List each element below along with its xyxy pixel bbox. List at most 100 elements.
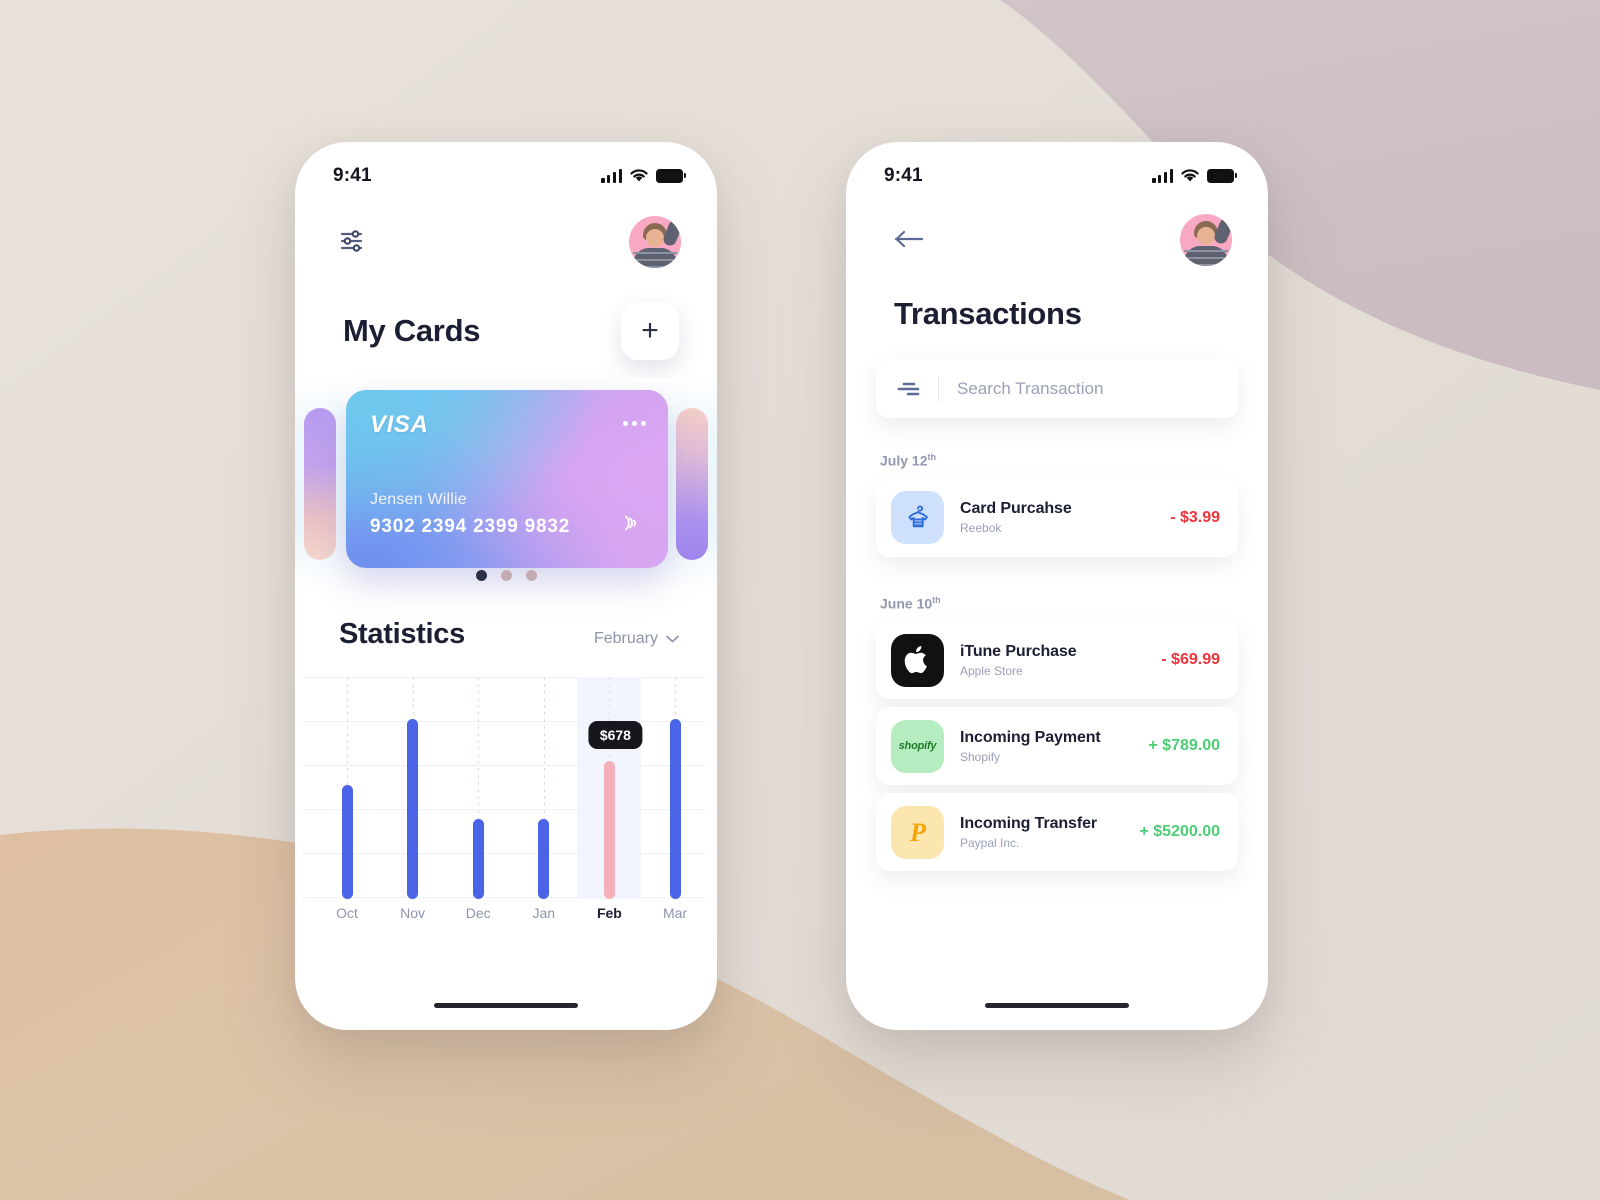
carousel-pagination[interactable]: [295, 570, 717, 581]
transaction-title: Incoming Transfer: [960, 814, 1097, 832]
transaction-icon: P: [891, 805, 944, 859]
transaction-icon: shopify: [891, 719, 944, 773]
transaction-icon: [891, 633, 944, 687]
card-peek-previous[interactable]: [304, 408, 336, 560]
chart-x-label-oct: Oct: [336, 905, 358, 921]
phone-transactions: 9:41 Transactions Search Transaction Jul…: [846, 142, 1268, 1030]
apple-logo-icon: [904, 646, 927, 674]
transaction-details: Card Purcahse Reebok: [944, 500, 1170, 535]
transaction-amount: - $3.99: [1170, 508, 1220, 526]
credit-card[interactable]: VISA Jensen Willie 9302 2394 2399 9832: [346, 390, 668, 568]
pager-dot-3[interactable]: [525, 570, 537, 581]
battery-icon: [1207, 169, 1238, 183]
transaction-details: Incoming Transfer Paypal Inc.: [944, 815, 1139, 850]
chart-x-label-mar: Mar: [662, 905, 688, 921]
transaction-row[interactable]: P Incoming Transfer Paypal Inc. + $5200.00: [876, 793, 1238, 872]
filter-lines-icon[interactable]: [896, 381, 922, 397]
status-time: 9:41: [333, 165, 372, 186]
chevron-down-icon: [666, 635, 679, 643]
transaction-subtitle: Apple Store: [960, 663, 1023, 678]
search-input[interactable]: [957, 379, 1220, 399]
page-title: My Cards: [343, 313, 481, 348]
card-peek-next[interactable]: [676, 408, 708, 560]
status-icons: [601, 169, 687, 183]
pager-dot-2[interactable]: [500, 570, 512, 581]
transaction-date-label: June 10th: [880, 594, 941, 612]
transaction-row[interactable]: iTune Purchase Apple Store - $69.99: [876, 621, 1238, 700]
chart-gridline: [303, 677, 705, 678]
statistics-chart: $678 Oct Nov Dec Jan Feb Mar: [295, 677, 717, 927]
wifi-icon: [1181, 169, 1199, 182]
wifi-icon: [630, 169, 648, 182]
transaction-icon: [891, 491, 944, 545]
arrow-left-icon: [894, 230, 924, 247]
background-decoration: [0, 0, 1600, 1200]
page-title: Transactions: [894, 296, 1082, 331]
card-carousel[interactable]: VISA Jensen Willie 9302 2394 2399 9832: [295, 378, 717, 590]
add-card-button[interactable]: +: [621, 302, 679, 360]
chart-gridline: [303, 853, 705, 854]
user-avatar[interactable]: [1180, 214, 1232, 266]
chart-x-label-feb: Feb: [596, 905, 622, 921]
home-indicator: [434, 1003, 578, 1008]
contactless-payment-icon: [625, 515, 637, 531]
shopify-logo-icon: shopify: [898, 740, 937, 753]
chart-x-label-jan: Jan: [532, 905, 556, 921]
transaction-row[interactable]: shopify Incoming Payment Shopify + $789.00: [876, 707, 1238, 786]
pager-dot-1[interactable]: [475, 570, 487, 581]
my-cards-title-row: My Cards +: [295, 268, 717, 360]
transaction-subtitle: Shopify: [960, 749, 1001, 764]
chart-bar-jan[interactable]: [538, 819, 550, 899]
statistics-title: Statistics: [339, 618, 465, 650]
user-avatar[interactable]: [629, 216, 681, 268]
search-bar[interactable]: [876, 360, 1238, 418]
chart-bar-oct[interactable]: [341, 785, 353, 899]
home-indicator: [985, 1003, 1129, 1008]
chart-bar-feb[interactable]: [603, 761, 615, 899]
status-icons: [1152, 169, 1238, 183]
transaction-title: Card Purcahse: [960, 500, 1072, 518]
header-right: [846, 198, 1268, 266]
transaction-subtitle: Reebok: [960, 521, 1002, 536]
card-holder-name: Jensen Willie: [370, 491, 467, 508]
more-options-icon[interactable]: [623, 411, 646, 426]
transaction-amount: + $5200.00: [1139, 823, 1220, 841]
chart-gridline: [303, 809, 705, 810]
search-divider: [938, 376, 939, 402]
transactions-list: July 12th Card Purcahse Reebok - $3.99 June …: [846, 418, 1268, 872]
transaction-amount: + $789.00: [1148, 737, 1220, 755]
svg-text:P: P: [909, 818, 927, 847]
statistics-header: Statistics February: [295, 590, 717, 651]
visa-logo: VISA: [370, 411, 429, 438]
paypal-logo-icon: P: [909, 818, 927, 847]
tshirt-hanger-icon: [907, 505, 928, 527]
chart-x-label-nov: Nov: [400, 905, 426, 921]
chart-bar-mar[interactable]: [669, 719, 681, 899]
chart-x-label-dec: Dec: [465, 905, 491, 921]
month-selector-value: February: [593, 630, 658, 647]
battery-icon: [656, 169, 687, 183]
header-left: [295, 198, 717, 268]
transaction-date-label: July 12th: [880, 452, 936, 469]
status-bar-left: 9:41: [295, 142, 717, 198]
transaction-details: Incoming Payment Shopify: [944, 729, 1148, 764]
chart-bar-nov[interactable]: [407, 719, 419, 899]
chart-gridline: [303, 721, 705, 722]
chart-tooltip: $678: [588, 721, 642, 749]
status-bar-right: 9:41: [846, 142, 1268, 198]
back-button[interactable]: [890, 226, 928, 255]
chart-x-axis: Oct Nov Dec Jan Feb Mar: [303, 899, 705, 927]
cellular-signal-icon: [1152, 169, 1173, 183]
card-number: 9302 2394 2399 9832: [370, 516, 571, 537]
month-selector[interactable]: February: [594, 630, 679, 648]
sliders-settings-icon[interactable]: [335, 225, 369, 260]
transaction-subtitle: Paypal Inc.: [960, 835, 1020, 850]
chart-bar-dec[interactable]: [472, 819, 484, 899]
transaction-amount: - $69.99: [1161, 651, 1220, 669]
chart-gridline: [303, 765, 705, 766]
status-time: 9:41: [884, 165, 923, 186]
transaction-title: iTune Purchase: [960, 642, 1077, 660]
chart-gridline: [303, 897, 705, 898]
transaction-row[interactable]: Card Purcahse Reebok - $3.99: [876, 478, 1238, 557]
